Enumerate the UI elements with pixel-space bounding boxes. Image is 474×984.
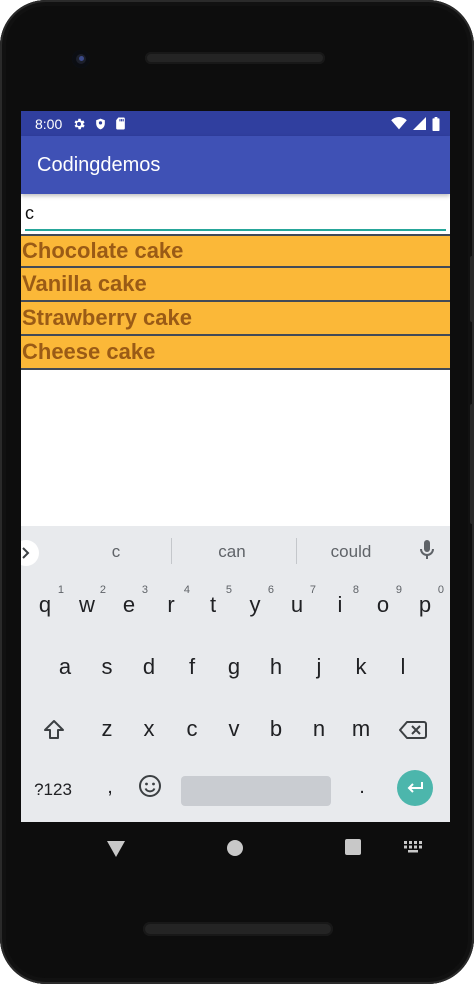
key-y[interactable]: y6 <box>240 584 275 618</box>
settings-icon <box>74 118 85 129</box>
key-j[interactable]: j <box>304 654 334 680</box>
key-w[interactable]: w2 <box>72 584 106 618</box>
enter-icon <box>407 782 423 793</box>
key-z[interactable]: z <box>92 716 122 742</box>
recents-icon[interactable] <box>345 839 361 855</box>
list-item[interactable]: Cheese cake <box>21 336 450 370</box>
sd-card-icon <box>116 117 126 130</box>
search-underline <box>25 229 446 231</box>
phone-frame: 8:00 Codingdemos Chocolate cake Vanilla … <box>0 0 474 984</box>
suggestion-strip: c can could <box>21 526 450 574</box>
screen: 8:00 Codingdemos Chocolate cake Vanilla … <box>21 111 450 822</box>
key-a[interactable]: a <box>50 654 80 680</box>
key-row-3: z x c v b n m <box>21 698 450 760</box>
suggestion-2[interactable]: can <box>207 542 257 562</box>
battery-icon <box>432 116 440 131</box>
soft-keyboard: c can could q1 w2 e3 r4 t5 y6 u7 i8 o9 p… <box>21 526 450 822</box>
period-key[interactable]: . <box>347 776 377 799</box>
key-o[interactable]: o9 <box>368 584 402 618</box>
home-icon[interactable] <box>226 839 244 857</box>
key-h[interactable]: h <box>261 654 291 680</box>
space-bar[interactable] <box>181 776 331 806</box>
suggestion-3[interactable]: could <box>321 542 381 562</box>
list-item[interactable]: Chocolate cake <box>21 234 450 268</box>
app-bar: Codingdemos <box>21 136 450 194</box>
key-c[interactable]: c <box>177 716 207 742</box>
comma-key[interactable]: , <box>95 776 125 799</box>
key-f[interactable]: f <box>177 654 207 680</box>
key-l[interactable]: l <box>388 654 418 680</box>
key-r[interactable]: r4 <box>156 584 190 618</box>
key-t[interactable]: t5 <box>198 584 232 618</box>
key-n[interactable]: n <box>304 716 334 742</box>
key-g[interactable]: g <box>219 654 249 680</box>
backspace-icon <box>399 721 427 739</box>
bottom-speaker <box>143 922 333 936</box>
shift-icon <box>44 720 64 739</box>
key-b[interactable]: b <box>261 716 291 742</box>
key-row-4: ?123 , . <box>21 760 450 822</box>
search-input[interactable] <box>25 200 445 226</box>
enter-button[interactable] <box>397 770 433 806</box>
power-button <box>470 404 474 524</box>
backspace-key[interactable] <box>397 720 429 746</box>
suggestion-1[interactable]: c <box>101 542 131 562</box>
key-d[interactable]: d <box>134 654 164 680</box>
suggestion-divider <box>171 538 172 564</box>
front-camera <box>72 50 90 68</box>
cake-list: Chocolate cake Vanilla cake Strawberry c… <box>21 234 450 370</box>
shift-key[interactable] <box>39 718 69 748</box>
key-k[interactable]: k <box>346 654 376 680</box>
volume-button <box>470 256 474 322</box>
list-item[interactable]: Vanilla cake <box>21 268 450 302</box>
emoji-icon <box>139 775 161 797</box>
key-row-1: q1 w2 e3 r4 t5 y6 u7 i8 o9 p0 <box>21 574 450 636</box>
key-e[interactable]: e3 <box>114 584 148 618</box>
status-time: 8:00 <box>35 115 63 132</box>
key-v[interactable]: v <box>219 716 249 742</box>
key-s[interactable]: s <box>92 654 122 680</box>
app-title: Codingdemos <box>37 153 161 176</box>
key-u[interactable]: u7 <box>282 584 316 618</box>
chevron-right-icon <box>22 547 30 559</box>
symbols-key[interactable]: ?123 <box>33 780 73 800</box>
expand-suggestions-button[interactable] <box>21 540 39 566</box>
signal-icon <box>413 117 426 130</box>
search-field-container <box>21 194 450 232</box>
suggestion-divider <box>296 538 297 564</box>
key-x[interactable]: x <box>134 716 164 742</box>
mic-icon[interactable] <box>420 540 434 560</box>
key-m[interactable]: m <box>346 716 376 742</box>
emoji-key[interactable] <box>135 774 165 804</box>
status-bar: 8:00 <box>21 111 450 136</box>
wifi-icon <box>391 117 407 130</box>
navigation-bar <box>0 822 474 872</box>
keyboard-switcher-icon[interactable] <box>404 841 422 853</box>
key-q[interactable]: q1 <box>30 584 64 618</box>
back-icon[interactable] <box>106 840 126 858</box>
key-i[interactable]: i8 <box>325 584 359 618</box>
key-row-2: a s d f g h j k l <box>21 636 450 698</box>
list-item[interactable]: Strawberry cake <box>21 302 450 336</box>
earpiece-speaker <box>145 52 325 64</box>
key-p[interactable]: p0 <box>410 584 444 618</box>
shield-icon <box>96 118 106 129</box>
